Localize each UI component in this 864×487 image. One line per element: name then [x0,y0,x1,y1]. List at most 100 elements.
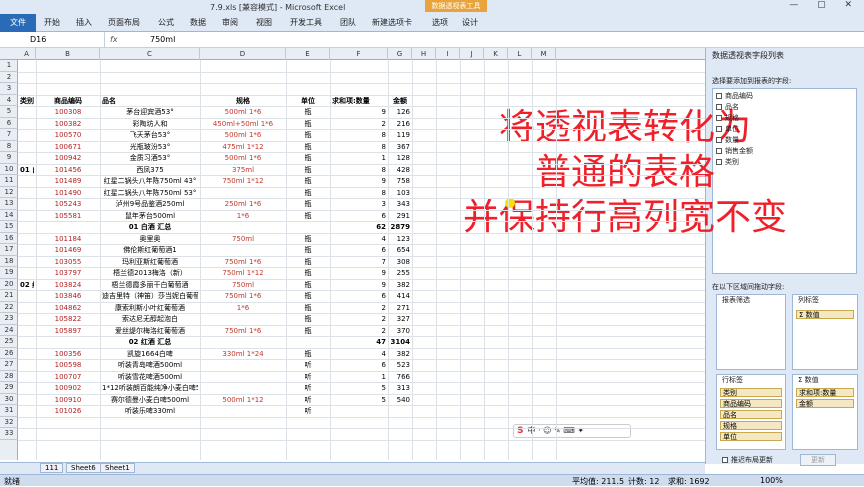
item-code[interactable]: 101184 [38,234,98,244]
item-qty[interactable]: 4 [332,234,386,244]
merged-spec[interactable]: 500ml 1*12 [202,395,284,405]
item-amount[interactable]: 654 [390,245,410,255]
column-header[interactable]: M [532,48,556,60]
item-name[interactable]: 听装乐啤330ml [102,406,198,416]
subtotal-qty[interactable]: 62 [332,222,386,232]
item-qty[interactable]: 6 [332,211,386,221]
column-header[interactable]: D [200,48,286,60]
item-spec[interactable]: 375ml [202,165,284,175]
item-unit[interactable]: 瓶 [288,349,328,359]
group-label-baijiu[interactable]: 01 白酒 [20,165,34,175]
item-code[interactable]: 103824 [38,280,98,290]
item-amount[interactable]: 766 [390,372,410,382]
item-amount[interactable]: 414 [390,291,410,301]
pivot-field-item[interactable]: 销售金额 [716,146,753,156]
window-controls[interactable]: — ▢ ✕ [789,0,860,10]
row-header[interactable]: 3 [0,83,18,95]
sheet-tab[interactable]: Sheet1 [100,463,135,473]
ribbon-tab[interactable]: 视图 [256,17,272,28]
item-unit[interactable]: 瓶 [288,245,328,255]
item-qty[interactable]: 6 [332,291,386,301]
item-name[interactable]: 梧兰德霞多丽干白葡萄酒 [102,280,198,290]
header-unit[interactable]: 单位 [288,96,328,106]
ribbon-tab[interactable]: 新建选项卡 [372,17,412,28]
pivot-field-item[interactable]: 品名 [716,102,739,112]
ribbon-tab[interactable]: 开始 [44,17,60,28]
item-code[interactable]: 101490 [38,188,98,198]
item-qty[interactable]: 5 [332,395,386,405]
item-unit[interactable]: 听 [288,383,328,393]
item-qty[interactable]: 8 [332,188,386,198]
item-amount[interactable]: 382 [390,280,410,290]
row-header[interactable]: 8 [0,141,18,152]
row-header[interactable]: 2 [0,72,18,83]
field-checkbox[interactable] [716,137,722,143]
row-header[interactable]: 4 [0,95,18,106]
item-code[interactable]: 105243 [38,199,98,209]
item-unit[interactable]: 瓶 [288,291,328,301]
item-spec[interactable]: 330ml 1*24 [202,349,284,359]
item-unit[interactable]: 瓶 [288,176,328,186]
subtotal-label[interactable]: 02 红酒 汇总 [102,337,198,347]
item-amount[interactable]: 523 [390,360,410,370]
item-code[interactable]: 100308 [38,107,98,117]
field-checkbox[interactable] [716,126,722,132]
ribbon-tab[interactable]: 开发工具 [290,17,322,28]
status-zoom[interactable]: 100% [760,476,783,485]
item-amount[interactable]: 382 [390,349,410,359]
item-qty[interactable]: 5 [332,383,386,393]
item-code[interactable]: 100598 [38,360,98,370]
item-unit[interactable]: 瓶 [288,234,328,244]
item-unit[interactable]: 听 [288,360,328,370]
item-code[interactable]: 101456 [38,165,98,175]
row-header[interactable]: 6 [0,118,18,129]
item-unit[interactable]: 瓶 [288,257,328,267]
item-unit[interactable]: 瓶 [288,211,328,221]
item-code[interactable]: 104862 [38,303,98,313]
item-name[interactable]: 飞天茅台53° [102,130,198,140]
item-spec[interactable]: 750ml 1*6 [202,257,284,267]
item-qty[interactable]: 8 [332,142,386,152]
item-code[interactable]: 101489 [38,176,98,186]
item-qty[interactable]: 4 [332,349,386,359]
header-type[interactable]: 类别 [20,96,34,106]
pivot-field-item[interactable]: 商品编码 [716,91,753,101]
ribbon-tab[interactable]: 选项 [432,17,448,28]
row-header[interactable]: 16 [0,233,18,244]
item-spec[interactable]: 750ml [202,280,284,290]
item-qty[interactable]: 8 [332,130,386,140]
ime-toolbar[interactable]: S中 · ☺ ✎ ⌨ ✦ [513,424,631,438]
column-header[interactable]: G [388,48,412,60]
item-code[interactable]: 100902 [38,383,98,393]
row-header[interactable]: 9 [0,152,18,164]
merged-spec[interactable]: 1*6 [202,303,284,313]
item-qty[interactable]: 2 [332,303,386,313]
item-unit[interactable]: 瓶 [288,142,328,152]
row-zone-item[interactable]: 规格 [720,421,782,430]
item-code[interactable]: 100910 [38,395,98,405]
item-code[interactable]: 103055 [38,257,98,267]
values-zone[interactable] [792,374,858,450]
item-amount[interactable]: 308 [390,257,410,267]
column-header[interactable]: E [286,48,330,60]
item-name[interactable]: 康索利斯小叶红葡萄酒 [102,303,198,313]
item-name[interactable]: 玛利亚斯红葡萄酒 [102,257,198,267]
item-unit[interactable]: 瓶 [288,188,328,198]
item-spec[interactable]: 500ml 1*6 [202,130,284,140]
row-header[interactable]: 28 [0,371,18,382]
item-qty[interactable]: 8 [332,165,386,175]
item-qty[interactable]: 9 [332,268,386,278]
item-spec[interactable]: 500ml 1*6 [202,107,284,117]
item-code[interactable]: 100671 [38,142,98,152]
item-name[interactable]: 金质习酒53° [102,153,198,163]
item-qty[interactable]: 9 [332,176,386,186]
item-qty[interactable]: 9 [332,280,386,290]
row-header[interactable]: 32 [0,417,18,428]
item-unit[interactable]: 瓶 [288,280,328,290]
item-amount[interactable]: 255 [390,268,410,278]
column-header[interactable]: C [100,48,200,60]
item-code[interactable]: 101026 [38,406,98,416]
column-header[interactable]: I [436,48,460,60]
row-header[interactable]: 14 [0,210,18,221]
item-amount[interactable]: 367 [390,142,410,152]
